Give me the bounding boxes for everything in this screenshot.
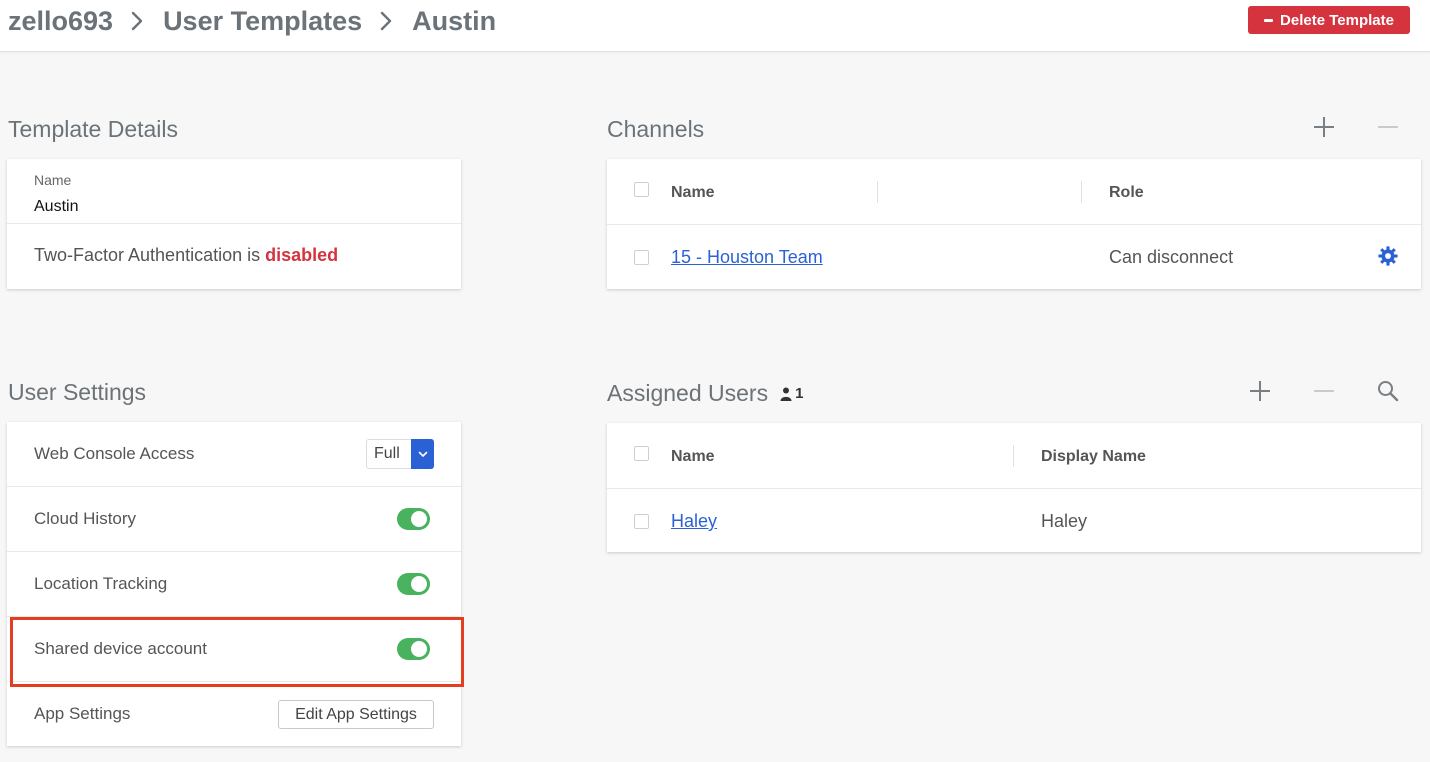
chevron-down-icon [411, 439, 434, 469]
plus-icon [1250, 381, 1270, 401]
minus-icon [1314, 390, 1334, 392]
delete-template-button[interactable]: Delete Template [1248, 6, 1410, 34]
remove-channel-button[interactable] [1374, 113, 1402, 141]
assigned-users-count-badge: 1 [780, 385, 803, 402]
minus-icon [1264, 18, 1274, 22]
assigned-users-header: Assigned Users 1 [607, 380, 803, 407]
gear-icon [1378, 246, 1398, 266]
user-row-checkbox[interactable] [634, 514, 649, 529]
channel-role: Can disconnect [1109, 247, 1234, 267]
users-col-display-name[interactable]: Display Name [1041, 448, 1146, 466]
breadcrumb-section[interactable]: User Templates [163, 6, 362, 37]
users-col-name[interactable]: Name [671, 448, 715, 466]
two-factor-text: Two-Factor Authentication is [34, 245, 266, 265]
assigned-users-card: Name Display Name Haley Haley [607, 423, 1421, 552]
divider [7, 223, 461, 224]
column-separator [1013, 445, 1014, 467]
breadcrumb: zello693 User Templates Austin [8, 5, 496, 37]
user-settings-title: User Settings [8, 379, 147, 405]
highlight-box [10, 617, 464, 687]
channels-col-role[interactable]: Role [1109, 184, 1144, 202]
remove-user-button[interactable] [1310, 377, 1338, 405]
location-tracking-toggle[interactable] [397, 573, 430, 595]
web-console-access-label: Web Console Access [34, 444, 195, 463]
location-tracking-label: Location Tracking [34, 574, 168, 593]
setting-cloud-history: Cloud History [7, 487, 461, 552]
cloud-history-label: Cloud History [34, 509, 137, 528]
add-user-button[interactable] [1246, 377, 1274, 405]
add-channel-button[interactable] [1310, 113, 1338, 141]
channel-row-checkbox[interactable] [634, 250, 649, 265]
assigned-users-title: Assigned Users [607, 380, 769, 406]
two-factor-disabled-badge: disabled [265, 245, 339, 265]
user-icon [780, 387, 792, 401]
setting-web-console-access: Web Console Access Full [7, 422, 461, 487]
user-display-name: Haley [1041, 511, 1088, 531]
delete-template-label: Delete Template [1280, 11, 1394, 29]
cloud-history-toggle[interactable] [397, 508, 430, 530]
search-users-button[interactable] [1374, 377, 1402, 405]
top-bar: zello693 User Templates Austin Delete Te… [0, 0, 1430, 52]
plus-icon [1314, 117, 1334, 137]
select-all-channels-checkbox[interactable] [634, 182, 649, 197]
breadcrumb-org[interactable]: zello693 [8, 6, 113, 37]
web-console-access-value: Full [374, 445, 400, 462]
divider [607, 224, 1421, 225]
assigned-users-count: 1 [795, 385, 804, 402]
breadcrumb-current: Austin [412, 5, 497, 36]
channels-card: Name Role 15 - Houston Team Can disconne… [607, 159, 1421, 289]
edit-app-settings-button[interactable]: Edit App Settings [278, 700, 434, 729]
column-separator [877, 181, 878, 203]
web-console-access-select[interactable]: Full [366, 439, 434, 469]
divider [607, 488, 1421, 489]
select-all-users-checkbox[interactable] [634, 446, 649, 461]
toggle-knob [411, 511, 427, 527]
channel-settings-button[interactable] [1375, 243, 1401, 269]
template-details-title: Template Details [8, 116, 179, 142]
search-icon [1378, 381, 1399, 402]
user-link[interactable]: Haley [671, 511, 717, 532]
minus-icon [1378, 126, 1398, 128]
user-settings-card: Web Console Access Full Cloud History Lo… [7, 422, 461, 746]
chevron-right-icon [131, 11, 143, 31]
name-value[interactable]: Austin [34, 198, 78, 216]
column-separator [1081, 181, 1082, 203]
setting-app-settings: App Settings Edit App Settings [7, 682, 461, 747]
channels-title: Channels [607, 116, 705, 142]
name-label: Name [34, 172, 72, 188]
chevron-right-icon [380, 11, 392, 31]
setting-location-tracking: Location Tracking [7, 552, 461, 617]
toggle-knob [411, 576, 427, 592]
two-factor-status: Two-Factor Authentication is disabled [34, 245, 338, 266]
app-settings-label: App Settings [34, 704, 131, 723]
channel-link[interactable]: 15 - Houston Team [671, 247, 823, 268]
template-details-card: Name Austin Two-Factor Authentication is… [7, 159, 461, 289]
channels-col-name[interactable]: Name [671, 184, 715, 202]
